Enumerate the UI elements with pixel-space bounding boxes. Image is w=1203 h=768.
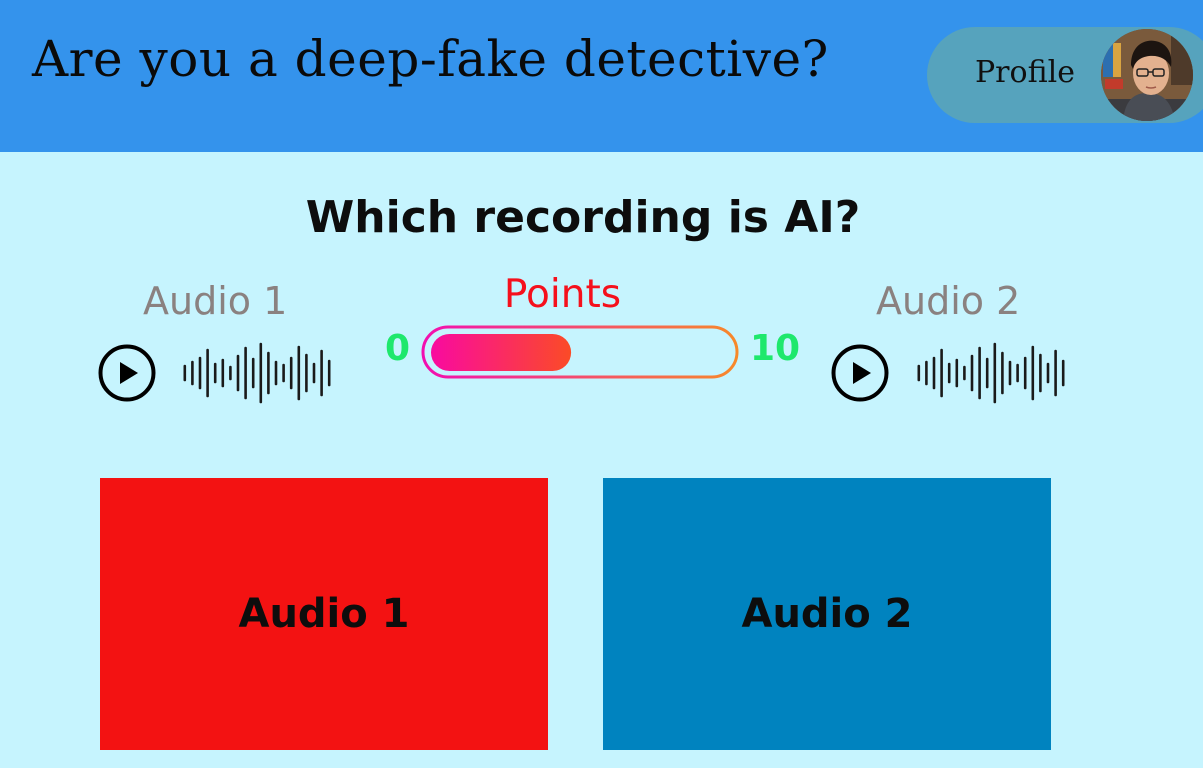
page-title: Are you a deep-fake detective? xyxy=(32,30,829,88)
points-label: Points xyxy=(503,272,622,317)
question-heading: Which recording is AI? xyxy=(305,192,861,243)
answer-audio-2-label: Audio 2 xyxy=(741,591,913,637)
header-bar: Are you a deep-fake detective? Profile xyxy=(0,0,1203,152)
points-max: 10 xyxy=(750,328,801,369)
points-progress-bar xyxy=(421,325,739,379)
waveform-icon xyxy=(183,342,331,404)
avatar[interactable] xyxy=(1101,29,1193,121)
play-icon[interactable] xyxy=(98,344,156,402)
play-icon[interactable] xyxy=(831,344,889,402)
waveform-icon xyxy=(917,342,1065,404)
answer-audio-1-label: Audio 1 xyxy=(238,591,410,637)
audio-1-label: Audio 1 xyxy=(143,279,288,323)
audio-2-label: Audio 2 xyxy=(876,279,1021,323)
answer-audio-1-button[interactable]: Audio 1 xyxy=(100,478,548,750)
points-min: 0 xyxy=(385,328,411,369)
avatar-image xyxy=(1101,29,1193,121)
answer-audio-2-button[interactable]: Audio 2 xyxy=(603,478,1051,750)
profile-button[interactable]: Profile xyxy=(927,27,1203,123)
profile-label: Profile xyxy=(975,55,1075,90)
points-fill xyxy=(431,334,572,371)
